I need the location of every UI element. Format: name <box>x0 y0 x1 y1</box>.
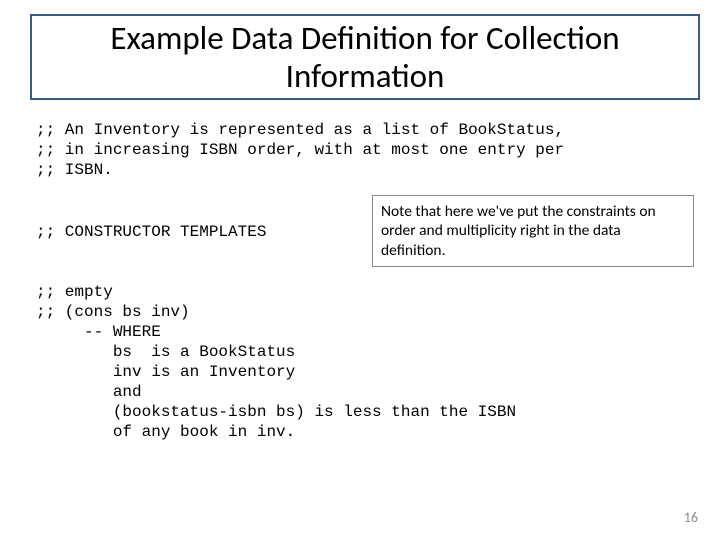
code-intro: ;; An Inventory is represented as a list… <box>36 120 564 180</box>
code-constructor-body: ;; empty ;; (cons bs inv) -- WHERE bs is… <box>36 282 516 442</box>
code-constructor-header: ;; CONSTRUCTOR TEMPLATES <box>36 222 266 242</box>
slide-title-box: Example Data Definition for Collection I… <box>30 14 700 100</box>
page-number: 16 <box>684 509 698 526</box>
slide-title: Example Data Definition for Collection I… <box>38 20 692 96</box>
annotation-note: Note that here we've put the constraints… <box>372 195 694 267</box>
